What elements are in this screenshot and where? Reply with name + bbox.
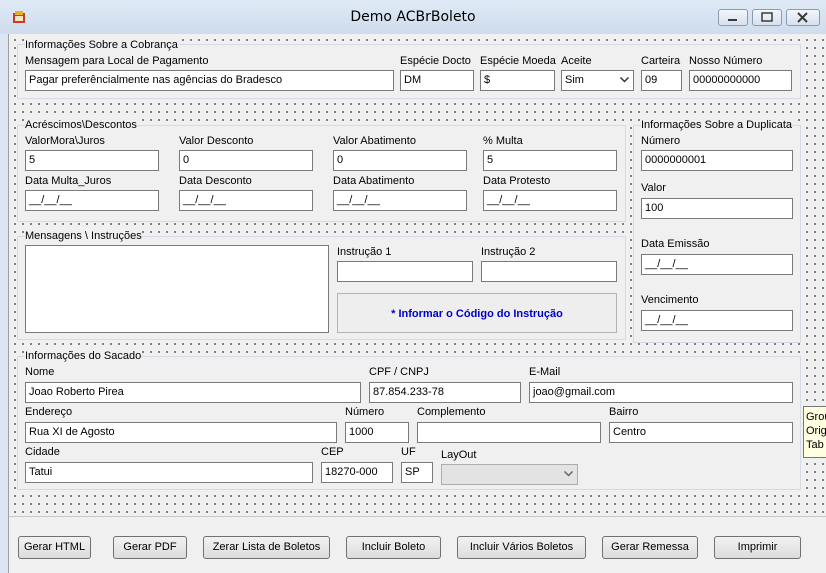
- duplicata-valor-label: Valor: [641, 182, 666, 195]
- sacado-numero-input[interactable]: 1000: [345, 422, 409, 443]
- layout-label: LayOut: [441, 449, 477, 462]
- bairro-input[interactable]: Centro: [609, 422, 793, 443]
- data-protesto-input[interactable]: __/__/__: [483, 190, 617, 211]
- duplicata-valor-input[interactable]: 100: [641, 198, 793, 219]
- incluir-varios-button[interactable]: Incluir Vários Boletos: [457, 536, 586, 559]
- valor-mora-input[interactable]: 5: [25, 150, 159, 171]
- duplicata-numero-input[interactable]: 0000000001: [641, 150, 793, 171]
- especie-docto-label: Espécie Docto: [400, 55, 471, 68]
- imprimir-button[interactable]: Imprimir: [714, 536, 801, 559]
- duplicata-numero-label: Número: [641, 135, 681, 148]
- email-input[interactable]: joao@gmail.com: [529, 382, 793, 403]
- nome-input[interactable]: Joao Roberto Pirea: [25, 382, 361, 403]
- instrucao2-input[interactable]: [481, 261, 617, 282]
- valor-desconto-label: Valor Desconto: [179, 135, 254, 148]
- acrescimos-group-label: Acréscimos\Descontos: [25, 119, 137, 132]
- cep-input[interactable]: 18270-000: [321, 462, 393, 483]
- window-title: Demo ACBrBoleto: [350, 9, 476, 25]
- complemento-input[interactable]: [417, 422, 601, 443]
- uf-input[interactable]: SP: [401, 462, 433, 483]
- complemento-label: Complemento: [417, 406, 486, 419]
- data-multa-label: Data Multa_Juros: [25, 175, 112, 188]
- chevron-down-icon: [564, 471, 573, 477]
- nosso-numero-label: Nosso Número: [689, 55, 763, 68]
- carteira-input[interactable]: 09: [641, 70, 682, 91]
- email-label: E-Mail: [529, 366, 561, 379]
- data-desconto-label: Data Desconto: [179, 175, 252, 188]
- maximize-icon: [761, 12, 773, 22]
- chevron-down-icon: [620, 77, 629, 83]
- aceite-label: Aceite: [561, 55, 592, 68]
- instrucao1-input[interactable]: [337, 261, 473, 282]
- cidade-label: Cidade: [25, 446, 60, 459]
- close-button[interactable]: [786, 9, 820, 26]
- cidade-input[interactable]: Tatui: [25, 462, 313, 483]
- cep-label: CEP: [321, 446, 344, 459]
- incluir-boleto-button[interactable]: Incluir Boleto: [346, 536, 441, 559]
- minimize-button[interactable]: [718, 9, 748, 26]
- uf-label: UF: [401, 446, 416, 459]
- mensagens-memo[interactable]: [25, 245, 329, 333]
- maximize-button[interactable]: [752, 9, 782, 26]
- minimize-icon: [728, 19, 737, 21]
- nosso-numero-input[interactable]: 00000000000: [689, 70, 792, 91]
- vencimento-input[interactable]: __/__/__: [641, 310, 793, 331]
- data-protesto-label: Data Protesto: [483, 175, 551, 188]
- multa-input[interactable]: 5: [483, 150, 617, 171]
- valor-abatimento-input[interactable]: 0: [333, 150, 467, 171]
- data-emissao-label: Data Emissão: [641, 238, 710, 251]
- mensagens-group-label: Mensagens \ Instruções: [25, 230, 142, 243]
- especie-docto-input[interactable]: DM: [400, 70, 474, 91]
- tooltip: Grou Orig Tab: [803, 406, 826, 458]
- valor-abatimento-label: Valor Abatimento: [333, 135, 416, 148]
- data-emissao-input[interactable]: __/__/__: [641, 254, 793, 275]
- multa-label: % Multa: [483, 135, 523, 148]
- valor-desconto-input[interactable]: 0: [179, 150, 313, 171]
- data-desconto-input[interactable]: __/__/__: [179, 190, 313, 211]
- cpf-label: CPF / CNPJ: [369, 366, 429, 379]
- endereco-label: Endereço: [25, 406, 73, 419]
- aceite-select[interactable]: Sim: [561, 70, 634, 91]
- cpf-input[interactable]: 87.854.233-78: [369, 382, 521, 403]
- tooltip-line: Orig: [806, 425, 826, 437]
- informar-codigo-button[interactable]: * Informar o Código do Instrução: [337, 293, 617, 333]
- local-pagamento-input[interactable]: Pagar preferêncialmente nas agências do …: [25, 70, 394, 91]
- data-abatimento-input[interactable]: __/__/__: [333, 190, 467, 211]
- nome-label: Nome: [25, 366, 55, 379]
- tooltip-line: Tab: [806, 439, 824, 451]
- tooltip-line: Grou: [806, 411, 826, 423]
- title-bar[interactable]: Demo ACBrBoleto: [0, 0, 826, 34]
- close-icon: [797, 12, 808, 23]
- valor-mora-label: ValorMora\Juros: [25, 135, 105, 148]
- especie-moeda-label: Espécie Moeda: [480, 55, 556, 68]
- endereco-input[interactable]: Rua XI de Agosto: [25, 422, 337, 443]
- cobranca-group-label: Informações Sobre a Cobrança: [25, 39, 178, 52]
- carteira-label: Carteira: [641, 55, 681, 68]
- data-abatimento-label: Data Abatimento: [333, 175, 415, 188]
- aceite-value: Sim: [565, 74, 584, 86]
- sacado-group-label: Informações do Sacado: [25, 350, 142, 363]
- gerar-remessa-button[interactable]: Gerar Remessa: [602, 536, 698, 559]
- bairro-label: Bairro: [609, 406, 639, 419]
- sacado-numero-label: Número: [345, 406, 385, 419]
- data-multa-input[interactable]: __/__/__: [25, 190, 159, 211]
- duplicata-group-label: Informações Sobre a Duplicata: [641, 119, 793, 132]
- layout-select[interactable]: [441, 464, 578, 485]
- gerar-html-button[interactable]: Gerar HTML: [18, 536, 91, 559]
- zerar-lista-button[interactable]: Zerar Lista de Boletos: [203, 536, 330, 559]
- gerar-pdf-button[interactable]: Gerar PDF: [113, 536, 187, 559]
- vencimento-label: Vencimento: [641, 294, 699, 307]
- instrucao2-label: Instrução 2: [481, 246, 536, 259]
- especie-moeda-input[interactable]: $: [480, 70, 555, 91]
- local-pagamento-label: Mensagem para Local de Pagamento: [25, 55, 209, 68]
- instrucao1-label: Instrução 1: [337, 246, 392, 259]
